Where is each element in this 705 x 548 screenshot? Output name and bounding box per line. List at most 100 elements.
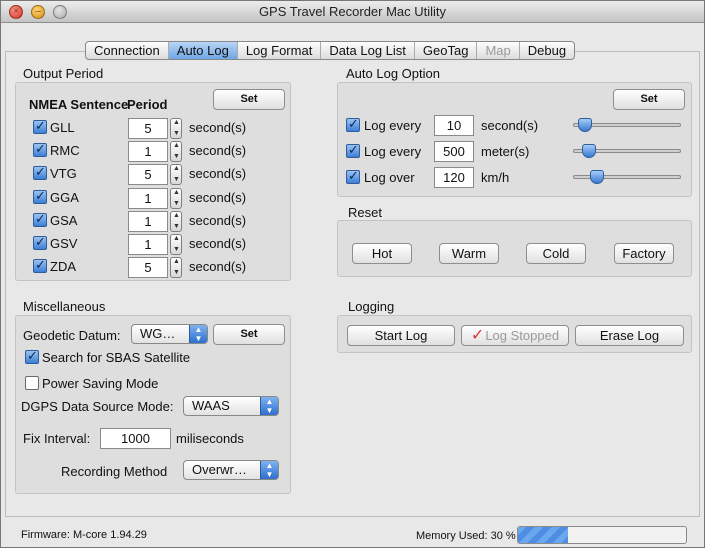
nmea-vtg-period-input[interactable]: 5 — [128, 164, 168, 185]
auto-log-1-label: Log every — [364, 144, 422, 159]
nmea-gga-unit: second(s) — [189, 190, 247, 205]
reset-factory-button[interactable]: Factory — [614, 243, 674, 264]
minimize-window-button[interactable]: – — [31, 5, 45, 19]
output-period-set-button[interactable]: Set — [213, 89, 285, 110]
auto-log-2-input[interactable]: 120 — [434, 167, 474, 188]
nmea-gsa-stepper[interactable] — [170, 211, 182, 232]
memory-used-fill — [518, 527, 568, 543]
auto-log-set-button[interactable]: Set — [613, 89, 685, 110]
sbas-label: Search for SBAS Satellite — [42, 350, 191, 365]
auto-log-2-unit: km/h — [481, 170, 510, 185]
auto-log-1-unit: meter(s) — [481, 144, 530, 159]
auto-log-title: Auto Log Option — [346, 66, 440, 81]
close-window-button[interactable]: × — [9, 5, 23, 19]
reset-warm-button[interactable]: Warm — [439, 243, 499, 264]
nmea-gga-checkbox[interactable] — [33, 188, 47, 204]
reset-hot-button[interactable]: Hot — [352, 243, 412, 264]
tab-map: Map — [477, 42, 520, 59]
auto-log-2-checkbox[interactable] — [346, 168, 360, 184]
auto-log-0-checkbox[interactable] — [346, 116, 360, 132]
misc-title: Miscellaneous — [23, 299, 106, 314]
nmea-zda-period-input[interactable]: 5 — [128, 257, 168, 278]
fix-interval-label: Fix Interval: — [23, 431, 91, 446]
nmea-rmc-period-input[interactable]: 1 — [128, 141, 168, 162]
fix-interval-input[interactable]: 1000 — [100, 428, 171, 449]
geodetic-datum-label: Geodetic Datum: — [23, 328, 121, 343]
nmea-gsa-period-input[interactable]: 1 — [128, 211, 168, 232]
geodetic-datum-select[interactable]: WG… ▲ ▼ — [131, 324, 208, 344]
tab-data-log-list[interactable]: Data Log List — [321, 42, 415, 59]
geodetic-datum-value: WG… — [140, 326, 176, 341]
tab-bar: Connection Auto Log Log Format Data Log … — [85, 41, 576, 60]
nmea-rmc-stepper[interactable] — [170, 141, 182, 162]
logging-title: Logging — [348, 299, 395, 314]
nmea-gll-unit: second(s) — [189, 120, 247, 135]
nmea-rmc-unit: second(s) — [189, 143, 247, 158]
nmea-gsv-label: GSV — [50, 236, 78, 251]
close-icon: × — [13, 6, 19, 17]
power-saving-checkbox[interactable] — [25, 376, 39, 390]
auto-log-1-input[interactable]: 500 — [434, 141, 474, 162]
nmea-gll-checkbox[interactable] — [33, 118, 47, 134]
zoom-window-button[interactable] — [53, 5, 67, 19]
nmea-rmc-label: RMC — [50, 143, 80, 158]
nmea-gsa-checkbox[interactable] — [33, 211, 47, 227]
auto-log-0-input[interactable]: 10 — [434, 115, 474, 136]
nmea-gll-period-input[interactable]: 5 — [128, 118, 168, 139]
nmea-gll-label: GLL — [50, 120, 75, 135]
popup-arrows-icon: ▲ ▼ — [260, 461, 278, 479]
minimize-icon: – — [35, 6, 41, 17]
nmea-vtg-stepper[interactable] — [170, 164, 182, 185]
window-title: GPS Travel Recorder Mac Utility — [258, 4, 447, 19]
tab-auto-log[interactable]: Auto Log — [168, 42, 238, 59]
tab-log-format[interactable]: Log Format — [238, 42, 322, 59]
check-mark-icon: ✓ — [470, 327, 485, 344]
dgps-mode-select[interactable]: WAAS ▲ ▼ — [183, 396, 279, 416]
nmea-gsv-unit: second(s) — [189, 236, 247, 251]
tab-debug[interactable]: Debug — [520, 42, 574, 59]
nmea-rmc-checkbox[interactable] — [33, 141, 47, 157]
recording-method-select[interactable]: Overwr… ▲ ▼ — [183, 460, 279, 480]
nmea-zda-unit: second(s) — [189, 259, 247, 274]
tab-geotag[interactable]: GeoTag — [415, 42, 478, 59]
dgps-label: DGPS Data Source Mode: — [21, 399, 174, 414]
nmea-sentence-header: NMEA Sentence — [29, 97, 129, 112]
firmware-version: Firmware: M-core 1.94.29 — [21, 529, 147, 541]
auto-log-2-label: Log over — [364, 170, 415, 185]
log-stopped-label: Log Stopped — [485, 328, 560, 343]
auto-log-0-slider-thumb[interactable] — [578, 118, 592, 132]
geodetic-datum-set-button[interactable]: Set — [213, 324, 285, 345]
nmea-gsv-period-input[interactable]: 1 — [128, 234, 168, 255]
popup-arrows-icon: ▲ ▼ — [189, 325, 207, 343]
nmea-gll-stepper[interactable] — [170, 118, 182, 139]
nmea-gsv-checkbox[interactable] — [33, 234, 47, 250]
auto-log-1-slider-thumb[interactable] — [582, 144, 596, 158]
nmea-gsa-label: GSA — [50, 213, 78, 228]
memory-used-label: Memory Used: 30 % — [416, 530, 516, 542]
auto-log-1-checkbox[interactable] — [346, 142, 360, 158]
nmea-gga-stepper[interactable] — [170, 188, 182, 209]
period-header: Period — [127, 97, 168, 112]
dgps-mode-value: WAAS — [192, 398, 230, 413]
auto-log-2-slider-thumb[interactable] — [590, 170, 604, 184]
reset-cold-button[interactable]: Cold — [526, 243, 586, 264]
nmea-zda-checkbox[interactable] — [33, 257, 47, 273]
nmea-gga-period-input[interactable]: 1 — [128, 188, 168, 209]
title-bar: × – GPS Travel Recorder Mac Utility — [1, 1, 704, 23]
status-bar: Firmware: M-core 1.94.29 Memory Used: 30… — [1, 519, 704, 547]
nmea-gsv-stepper[interactable] — [170, 234, 182, 255]
nmea-zda-stepper[interactable] — [170, 257, 182, 278]
fix-interval-unit: miliseconds — [176, 431, 244, 446]
reset-title: Reset — [348, 205, 382, 220]
app-window: × – GPS Travel Recorder Mac Utility Conn… — [0, 0, 705, 548]
popup-arrows-icon: ▲ ▼ — [260, 397, 278, 415]
erase-log-button[interactable]: Erase Log — [575, 325, 684, 346]
output-period-title: Output Period — [23, 66, 104, 81]
nmea-vtg-checkbox[interactable] — [33, 164, 47, 180]
sbas-checkbox[interactable] — [25, 348, 39, 364]
memory-used-bar — [517, 526, 687, 544]
nmea-zda-label: ZDA — [50, 259, 76, 274]
tab-connection[interactable]: Connection — [86, 42, 169, 59]
nmea-vtg-label: VTG — [50, 166, 77, 181]
start-log-button[interactable]: Start Log — [347, 325, 455, 346]
